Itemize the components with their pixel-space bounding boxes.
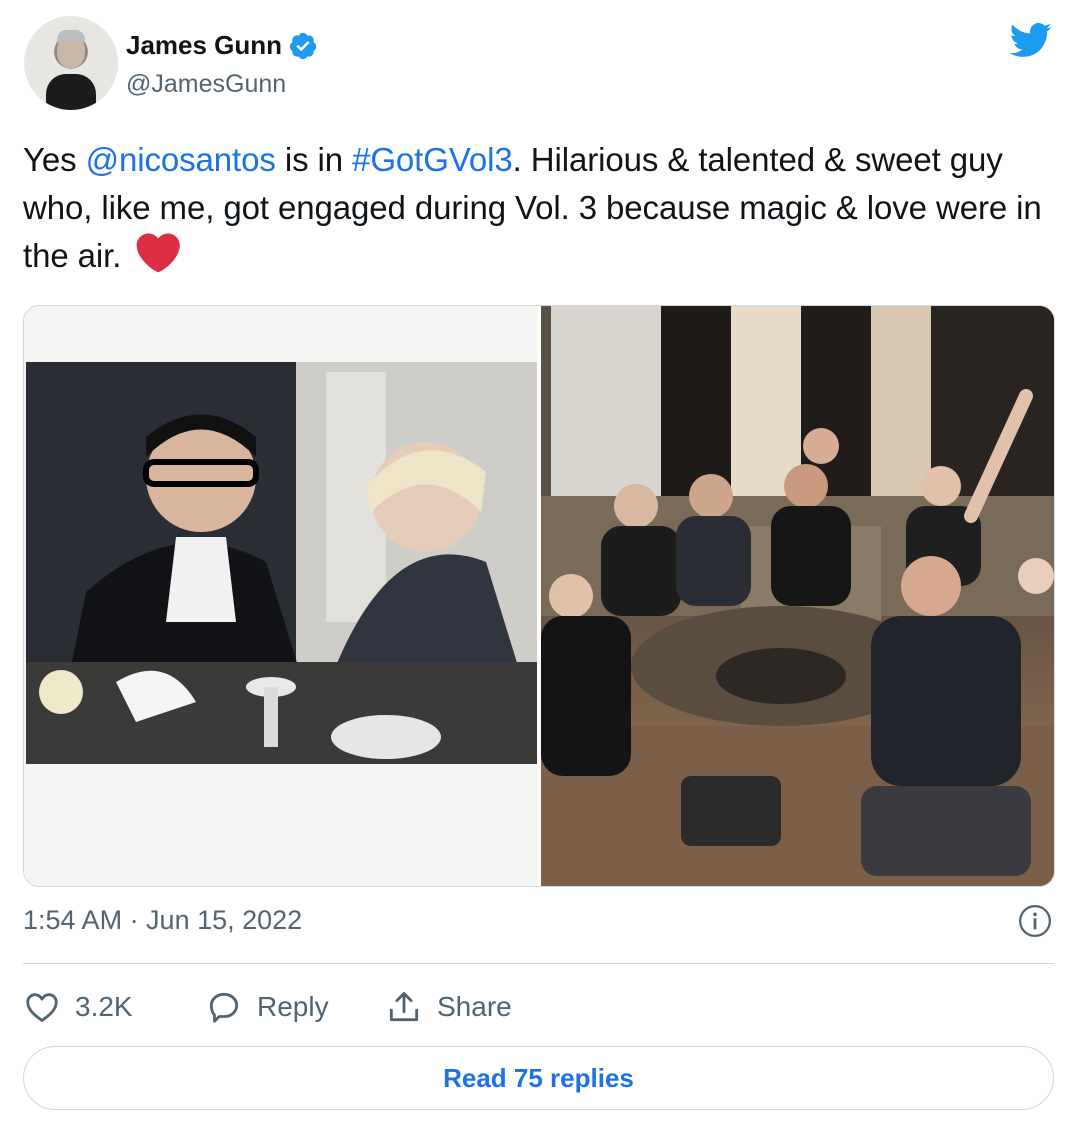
heart-outline-icon: [26, 993, 58, 1022]
share-button[interactable]: Share: [385, 988, 512, 1026]
action-bar: 3.2K Reply Share: [23, 985, 512, 1029]
photo-group[interactable]: [541, 306, 1054, 886]
like-button[interactable]: 3.2K: [23, 988, 205, 1026]
tweet-timestamp[interactable]: 1:54 AM · Jun 15, 2022: [23, 905, 302, 936]
share-label: Share: [437, 991, 512, 1022]
info-icon[interactable]: [1018, 904, 1052, 938]
hashtag-link[interactable]: #GotGVol3: [352, 141, 513, 178]
avatar[interactable]: [24, 16, 118, 110]
author-name[interactable]: James Gunn: [126, 30, 282, 61]
heart-emoji-icon: [136, 233, 181, 273]
read-replies-button[interactable]: Read 75 replies: [23, 1046, 1054, 1110]
verified-badge-icon: [289, 32, 317, 59]
polaroid-image: [26, 362, 537, 764]
divider: [23, 963, 1054, 964]
media-grid: [23, 305, 1055, 887]
tweet-text: Yes @nicosantos is in #GotGVol3. Hilario…: [23, 136, 1043, 280]
reply-button[interactable]: Reply: [205, 988, 385, 1026]
group-photo-illustration: [541, 306, 1054, 886]
twitter-bird-icon[interactable]: [1006, 18, 1054, 62]
like-count: 3.2K: [75, 991, 133, 1022]
author-handle[interactable]: @JamesGunn: [126, 70, 286, 99]
photo-polaroid[interactable]: [24, 306, 537, 886]
tweet-text-segment: is in: [275, 141, 353, 178]
reply-bubble-icon: [209, 992, 239, 1023]
polaroid-illustration: [26, 362, 537, 764]
mention-link[interactable]: @nicosantos: [86, 141, 276, 178]
tweet-text-segment: Yes: [23, 141, 86, 178]
share-upload-icon: [389, 992, 419, 1022]
author-name-row[interactable]: James Gunn: [126, 30, 318, 61]
reply-label: Reply: [257, 991, 329, 1022]
